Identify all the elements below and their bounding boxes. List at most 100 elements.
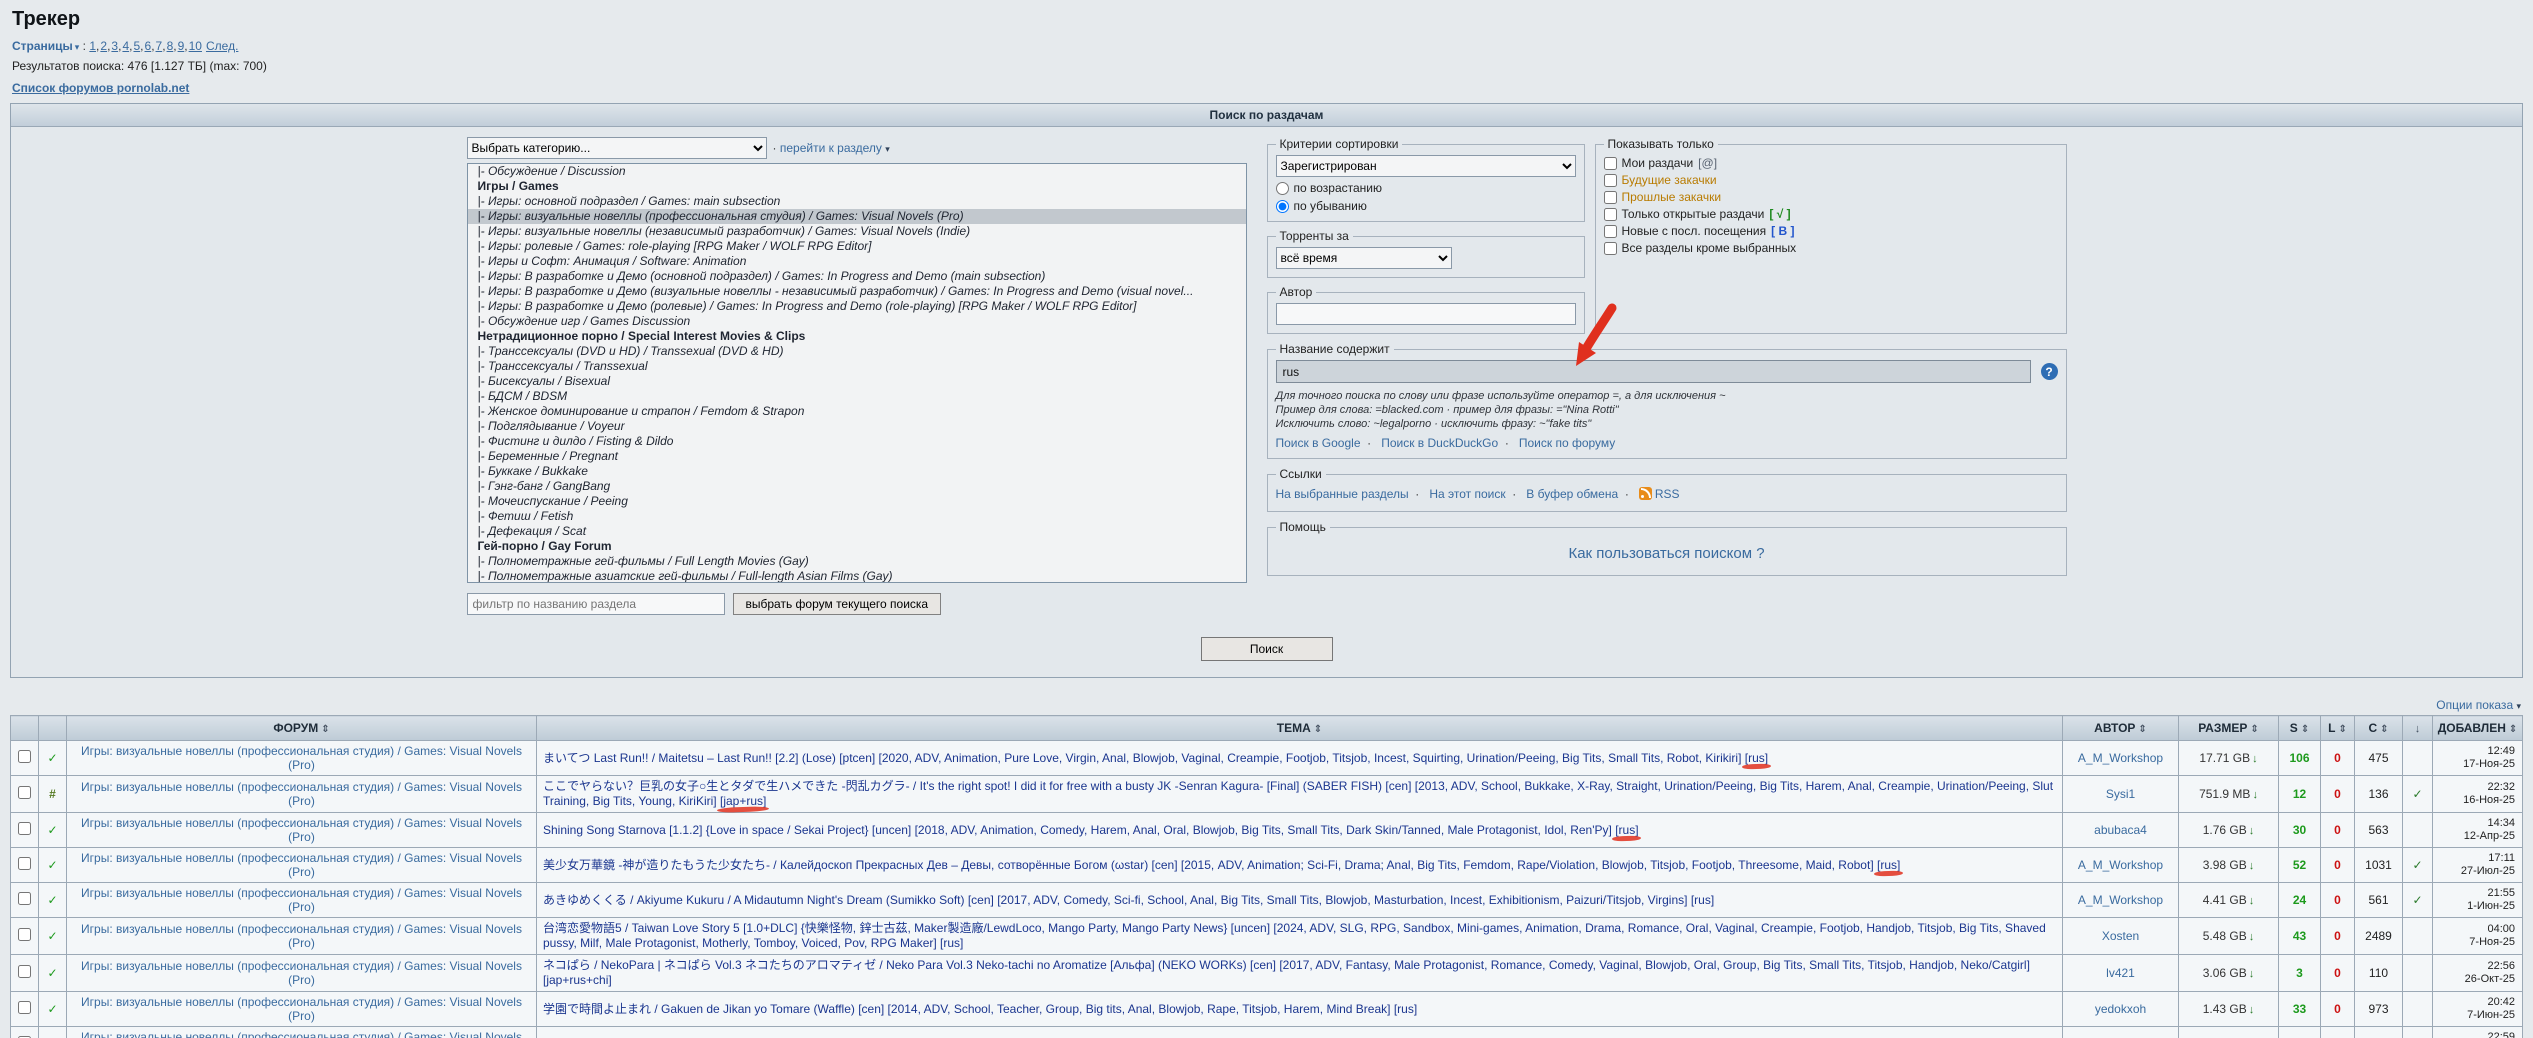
forum-link[interactable]: Игры: визуальные новеллы (профессиональн… [73,780,530,808]
column-header-replies[interactable]: C ⇕ [2354,715,2403,741]
download-torrent-link[interactable]: 4.41 GB [2203,893,2255,907]
show-only-option[interactable]: Будущие закачки [1603,172,2058,189]
category-option[interactable]: |- Транссексуалы (DVD и HD) / Transsexua… [468,344,1246,359]
category-option[interactable]: |- Игры: основной подраздел / Games: mai… [468,194,1246,209]
category-option[interactable]: |- Фетиш / Fetish [468,509,1246,524]
category-option[interactable]: |- Буккаке / Bukkake [468,464,1246,479]
download-torrent-link[interactable]: 1.76 GB [2203,823,2255,837]
category-option[interactable]: |- Гэнг-банг / GangBang [468,479,1246,494]
category-option[interactable]: |- Бисексуалы / Bisexual [468,374,1246,389]
topic-link[interactable]: 美少女万華鏡 -神が造りたもうた少女たち- / Калейдоскоп Прек… [543,858,1900,873]
sort-icon[interactable]: ⇕ [1314,724,1322,735]
author-link[interactable]: lv421 [2106,966,2135,980]
category-option[interactable]: |- Полнометражные азиатские гей-фильмы /… [468,569,1246,582]
author-link[interactable]: A_M_Workshop [2078,858,2163,872]
section-filter-input[interactable] [466,593,725,615]
show-only-checkbox[interactable] [1603,242,1617,255]
show-only-checkbox[interactable] [1603,157,1617,170]
download-torrent-link[interactable]: 1.43 GB [2203,1002,2255,1016]
forum-link[interactable]: Игры: визуальные новеллы (профессиональн… [73,922,530,950]
category-select[interactable]: Выбрать категорию... [466,137,767,159]
page-link[interactable]: 10 [189,39,202,53]
sort-desc-radio[interactable] [1275,199,1289,213]
category-option[interactable]: |- БДСМ / BDSM [468,389,1246,404]
category-option[interactable]: |- Игры: визуальные новеллы (профессиона… [467,209,1246,224]
forum-list-link[interactable]: Список форумов pornolab.net [12,81,189,95]
row-checkbox[interactable] [18,822,31,835]
topic-link[interactable]: ここでヤらない？巨乳の女子○生とタダで生ハメできた -閃乱カグラ- / It's… [543,779,2056,809]
category-option[interactable]: Гей-порно / Gay Forum [468,539,1246,554]
author-input[interactable] [1275,303,1576,325]
category-option[interactable]: |- Игры: В разработке и Демо (ролевые) /… [468,299,1246,314]
external-search-link[interactable]: Поиск по форуму [1519,436,1615,450]
help-question-icon[interactable]: ? [2040,363,2058,380]
category-option[interactable]: |- Обсуждение игр / Games Discussion [468,314,1246,329]
category-option[interactable]: |- Игры: В разработке и Демо (основной п… [468,269,1246,284]
forum-link[interactable]: Игры: визуальные новеллы (профессиональн… [73,851,530,879]
goto-section-link[interactable]: перейти к разделу ▾ [773,141,890,155]
sort-asc-option[interactable]: по возрастанию [1275,181,1576,195]
download-torrent-link[interactable]: 3.06 GB [2203,966,2255,980]
author-link[interactable]: Xosten [2102,929,2139,943]
search-button[interactable]: Поиск [1200,637,1333,661]
sort-field-select[interactable]: Зарегистрирован [1275,155,1576,177]
sort-icon[interactable]: ⇕ [2509,724,2517,735]
page-link[interactable]: 9 [178,39,189,53]
download-torrent-link[interactable]: 17.71 GB [2199,751,2257,765]
author-link[interactable]: A_M_Workshop [2078,751,2163,765]
topic-link[interactable]: まいてつ Last Run!! / Maitetsu – Last Run!! … [543,751,1768,766]
author-link[interactable]: yedokxoh [2095,1002,2146,1016]
topic-link[interactable]: ネコぱら / NekoPara | ネコぱら Vol.3 ネコたちのアロマティゼ… [543,958,2056,988]
quick-link[interactable]: На этот поиск [1429,487,1523,501]
author-link[interactable]: A_M_Workshop [2078,893,2163,907]
sort-asc-radio[interactable] [1275,181,1289,195]
category-option[interactable]: |- Дефекация / Scat [468,524,1246,539]
forum-link[interactable]: Игры: визуальные новеллы (профессиональн… [73,744,530,772]
page-link[interactable]: 3 [111,39,122,53]
row-checkbox[interactable] [18,965,31,978]
how-to-search-link[interactable]: Как пользоваться поиском ? [1276,538,2058,567]
forum-link[interactable]: Игры: визуальные новеллы (профессиональн… [73,1030,530,1038]
category-listbox[interactable]: |- Обсуждение / Discussion Игры / Games … [466,163,1247,583]
row-checkbox[interactable] [18,928,31,941]
category-option[interactable]: |- Обсуждение / Discussion [468,164,1246,179]
show-only-option[interactable]: Мои раздачи [@] [1603,155,2058,172]
category-option[interactable]: Нетрадиционное порно / Special Interest … [468,329,1246,344]
sort-desc-option[interactable]: по убыванию [1275,199,1576,213]
download-torrent-link[interactable]: 5.48 GB [2203,929,2255,943]
display-options-link[interactable]: Опции показа ▾ [2436,698,2521,712]
category-option[interactable]: |- Игры: ролевые / Games: role-playing [… [468,239,1246,254]
category-option[interactable]: |- Фистинг и дилдо / Fisting & Dildo [468,434,1246,449]
show-only-option[interactable]: Прошлые закачки [1603,189,2058,206]
sort-icon[interactable]: ⇕ [2301,724,2309,735]
torrents-period-select[interactable]: всё время [1275,247,1452,269]
category-option[interactable]: |- Игры: визуальные новеллы (независимый… [468,224,1246,239]
page-link[interactable]: 5 [133,39,144,53]
topic-link[interactable]: 学園で時間よ止まれ / Gakuen de Jikan yo Tomare (W… [543,1002,1417,1017]
column-header-topic[interactable]: ТЕМА ⇕ [536,715,2063,741]
page-link[interactable]: 4 [122,39,133,53]
sort-icon[interactable]: ⇕ [2250,724,2258,735]
category-option[interactable]: |- Подглядывание / Voyeur [468,419,1246,434]
rss-link[interactable]: RSS [1638,487,1680,501]
category-option[interactable]: |- Транссексуалы / Transsexual [468,359,1246,374]
category-option[interactable]: |- Полнометражные гей-фильмы / Full Leng… [468,554,1246,569]
author-link[interactable]: abubaca4 [2094,823,2147,837]
topic-link[interactable]: Shining Song Starnova [1.1.2] {Love in s… [543,823,1639,838]
row-checkbox[interactable] [18,857,31,870]
show-only-option[interactable]: Новые с посл. посещения [ B ] [1603,223,2058,240]
show-only-option[interactable]: Все разделы кроме выбранных [1603,240,2058,257]
category-option[interactable]: |- Мочеиспускание / Peeing [468,494,1246,509]
topic-link[interactable]: 台湾恋愛物語5 / Taiwan Love Story 5 [1.0+DLC] … [543,921,2056,951]
external-search-link[interactable]: Поиск в DuckDuckGo [1381,436,1515,450]
category-option[interactable]: Игры / Games [468,179,1246,194]
column-header-seeders[interactable]: S ⇕ [2278,715,2321,741]
download-torrent-link[interactable]: 751.9 MB [2199,787,2258,801]
column-header-size[interactable]: РАЗМЕР ⇕ [2178,715,2279,741]
show-only-checkbox[interactable] [1603,191,1617,204]
row-checkbox[interactable] [18,1001,31,1014]
column-header-leechers[interactable]: L ⇕ [2320,715,2355,741]
sort-icon[interactable]: ⇕ [2338,724,2346,735]
page-link[interactable]: 8 [167,39,178,53]
quick-link[interactable]: На выбранные разделы [1276,487,1426,501]
